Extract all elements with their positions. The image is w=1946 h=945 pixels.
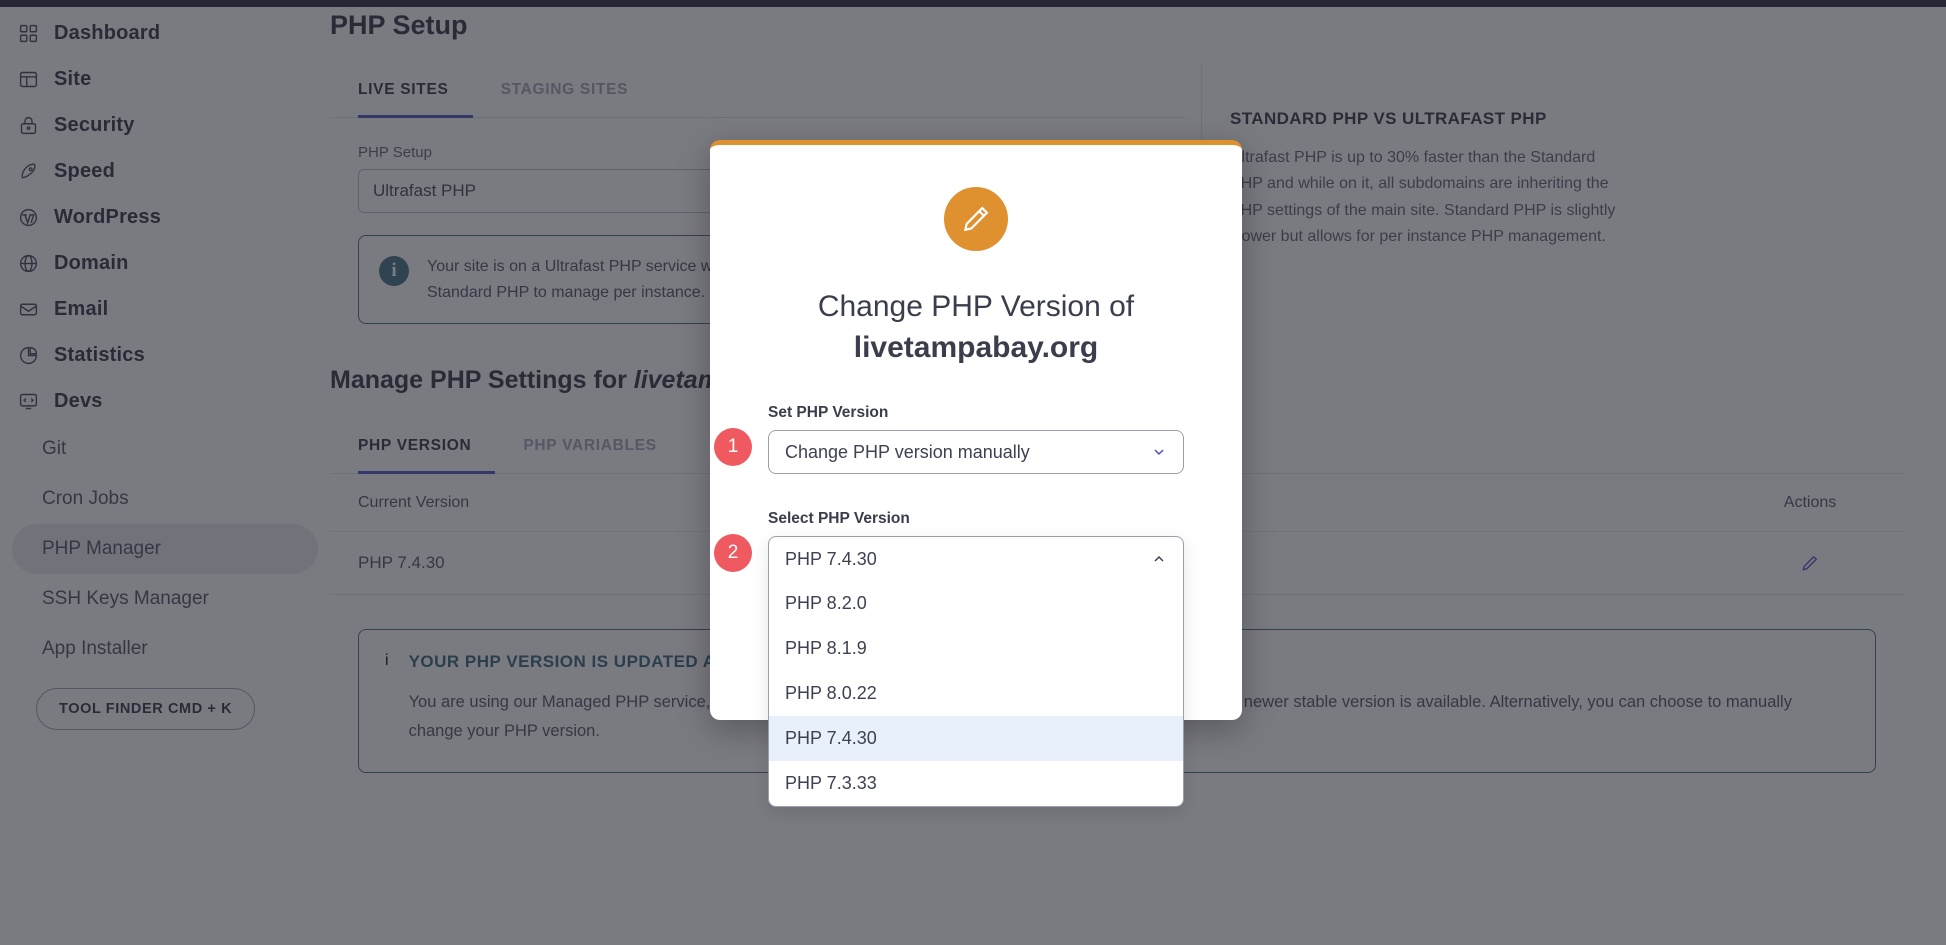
step-badge-2: 2: [714, 534, 752, 572]
chevron-down-icon: [1151, 444, 1167, 460]
php-version-option[interactable]: PHP 8.0.22: [769, 671, 1183, 716]
php-version-option-selected[interactable]: PHP 7.4.30: [769, 716, 1183, 761]
select-php-version-label: Select PHP Version: [768, 510, 910, 527]
select-php-version-dropdown: PHP 7.4.30 PHP 8.2.0 PHP 8.1.9 PHP 8.0.2…: [768, 536, 1184, 807]
set-php-version-field: 1 Set PHP Version Change PHP version man…: [714, 404, 1184, 474]
app-root: Dashboard Site Security: [0, 0, 1946, 945]
modal-title-site: livetampabay.org: [853, 330, 1099, 364]
change-php-version-modal: Change PHP Version of livetampabay.org 1…: [710, 140, 1242, 807]
select-php-version-value: PHP 7.4.30: [785, 548, 877, 569]
php-version-option[interactable]: PHP 8.2.0: [769, 581, 1183, 626]
pencil-icon: [944, 187, 1008, 251]
modal-title-line1: Change PHP Version of: [817, 290, 1135, 323]
php-version-option-list: PHP 7.4.30 PHP 8.2.0 PHP 8.1.9 PHP 8.0.2…: [768, 536, 1184, 807]
modal-title: Change PHP Version of livetampabay.org: [710, 287, 1242, 368]
set-php-version-label: Set PHP Version: [768, 404, 889, 421]
select-php-version-trigger[interactable]: PHP 7.4.30: [769, 537, 1183, 581]
set-php-version-value: Change PHP version manually: [785, 441, 1030, 462]
set-php-version-select[interactable]: Change PHP version manually: [768, 430, 1184, 474]
step-badge-1: 1: [714, 428, 752, 466]
select-php-version-field: 2 Select PHP Version PHP 7.4.30 PHP 8.2.…: [714, 510, 1184, 807]
php-version-option[interactable]: PHP 7.3.33: [769, 761, 1183, 806]
php-version-option[interactable]: PHP 8.1.9: [769, 626, 1183, 671]
chevron-up-icon: [1151, 551, 1167, 567]
